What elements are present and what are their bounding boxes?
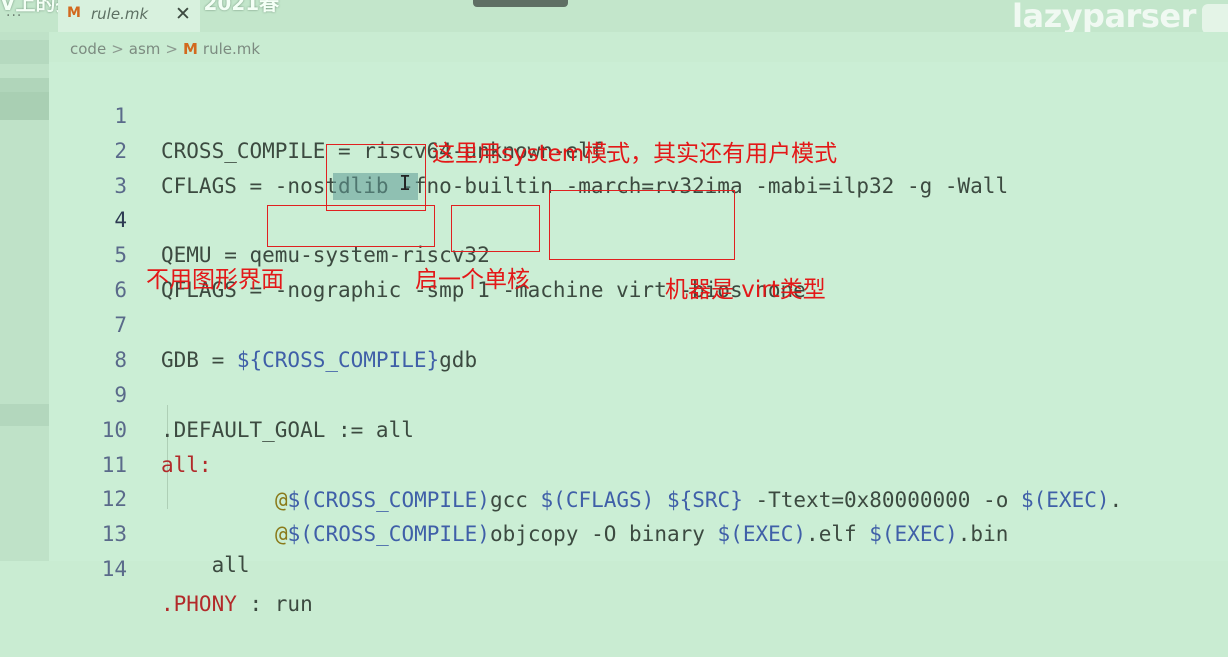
video-title-part: 2021春	[203, 0, 280, 15]
overlay-badge	[1202, 4, 1228, 32]
sidebar-item[interactable]	[0, 40, 49, 64]
code-token: : run	[236, 592, 313, 616]
code-line[interactable]: all	[49, 548, 1228, 583]
tab-rule-mk[interactable]: M rule.mk ✕	[58, 0, 200, 32]
modified-file-icon: M	[182, 40, 198, 58]
annotation-box-smp	[451, 205, 540, 252]
sidebar-item[interactable]	[0, 404, 49, 426]
annotation-smp: 启一个单核	[415, 267, 530, 293]
code-line[interactable]: 13	[49, 482, 1228, 546]
code-target: .PHONY	[161, 592, 237, 616]
annotation-machine: 机器是 virt类型	[665, 277, 826, 303]
code-text: .PHONY : run	[161, 587, 313, 622]
tab-label: rule.mk	[91, 5, 149, 23]
activity-sidebar	[0, 32, 49, 561]
annotation-system-mode: 这里用system模式，其实还有用户模式	[432, 141, 838, 167]
breadcrumb-file[interactable]: rule.mk	[203, 40, 260, 58]
toolbar-handle	[473, 0, 568, 7]
breadcrumb-separator: >	[165, 40, 178, 58]
code-line[interactable]: 11 @$(CROSS_COMPILE)gcc $(CFLAGS) ${SRC}…	[49, 413, 1228, 512]
breadcrumb: code > asm > Mrule.mk	[70, 40, 260, 60]
watermark: lazyparser	[1012, 0, 1196, 32]
top-bar: V上的操作系统汪辰2021春 ··· M rule.mk ✕ lazyparse…	[0, 0, 1228, 32]
breadcrumb-item[interactable]: asm	[129, 40, 161, 58]
sidebar-item[interactable]	[0, 92, 49, 120]
code-line[interactable]: 12 @$(CROSS_COMPILE)objcopy -O binary $(…	[49, 447, 1228, 546]
code-line[interactable]: 8	[49, 308, 1228, 372]
close-icon[interactable]: ✕	[175, 3, 191, 25]
code-line[interactable]: 10 all:	[49, 378, 1228, 477]
code-line[interactable]: 2 CFLAGS = -nostdlib -fno-builtin -march…	[49, 99, 1228, 198]
code-line[interactable]: 14 .PHONY : run	[49, 517, 1228, 616]
modified-file-icon: M	[67, 5, 81, 21]
annotation-box-nographic	[267, 205, 435, 247]
more-actions-icon[interactable]: ···	[6, 8, 22, 24]
annotation-nographic: 不用图形界面	[146, 267, 284, 293]
code-line[interactable]: 1 CROSS_COMPILE = riscv64-unknown-elf-	[49, 64, 1228, 163]
annotation-box-machine	[549, 190, 735, 260]
breadcrumb-separator: >	[111, 40, 124, 58]
code-line[interactable]: 9 .DEFAULT_GOAL := all	[49, 343, 1228, 442]
annotation-box-system	[326, 144, 426, 211]
breadcrumb-item[interactable]: code	[70, 40, 106, 58]
code-text: all	[161, 553, 250, 577]
